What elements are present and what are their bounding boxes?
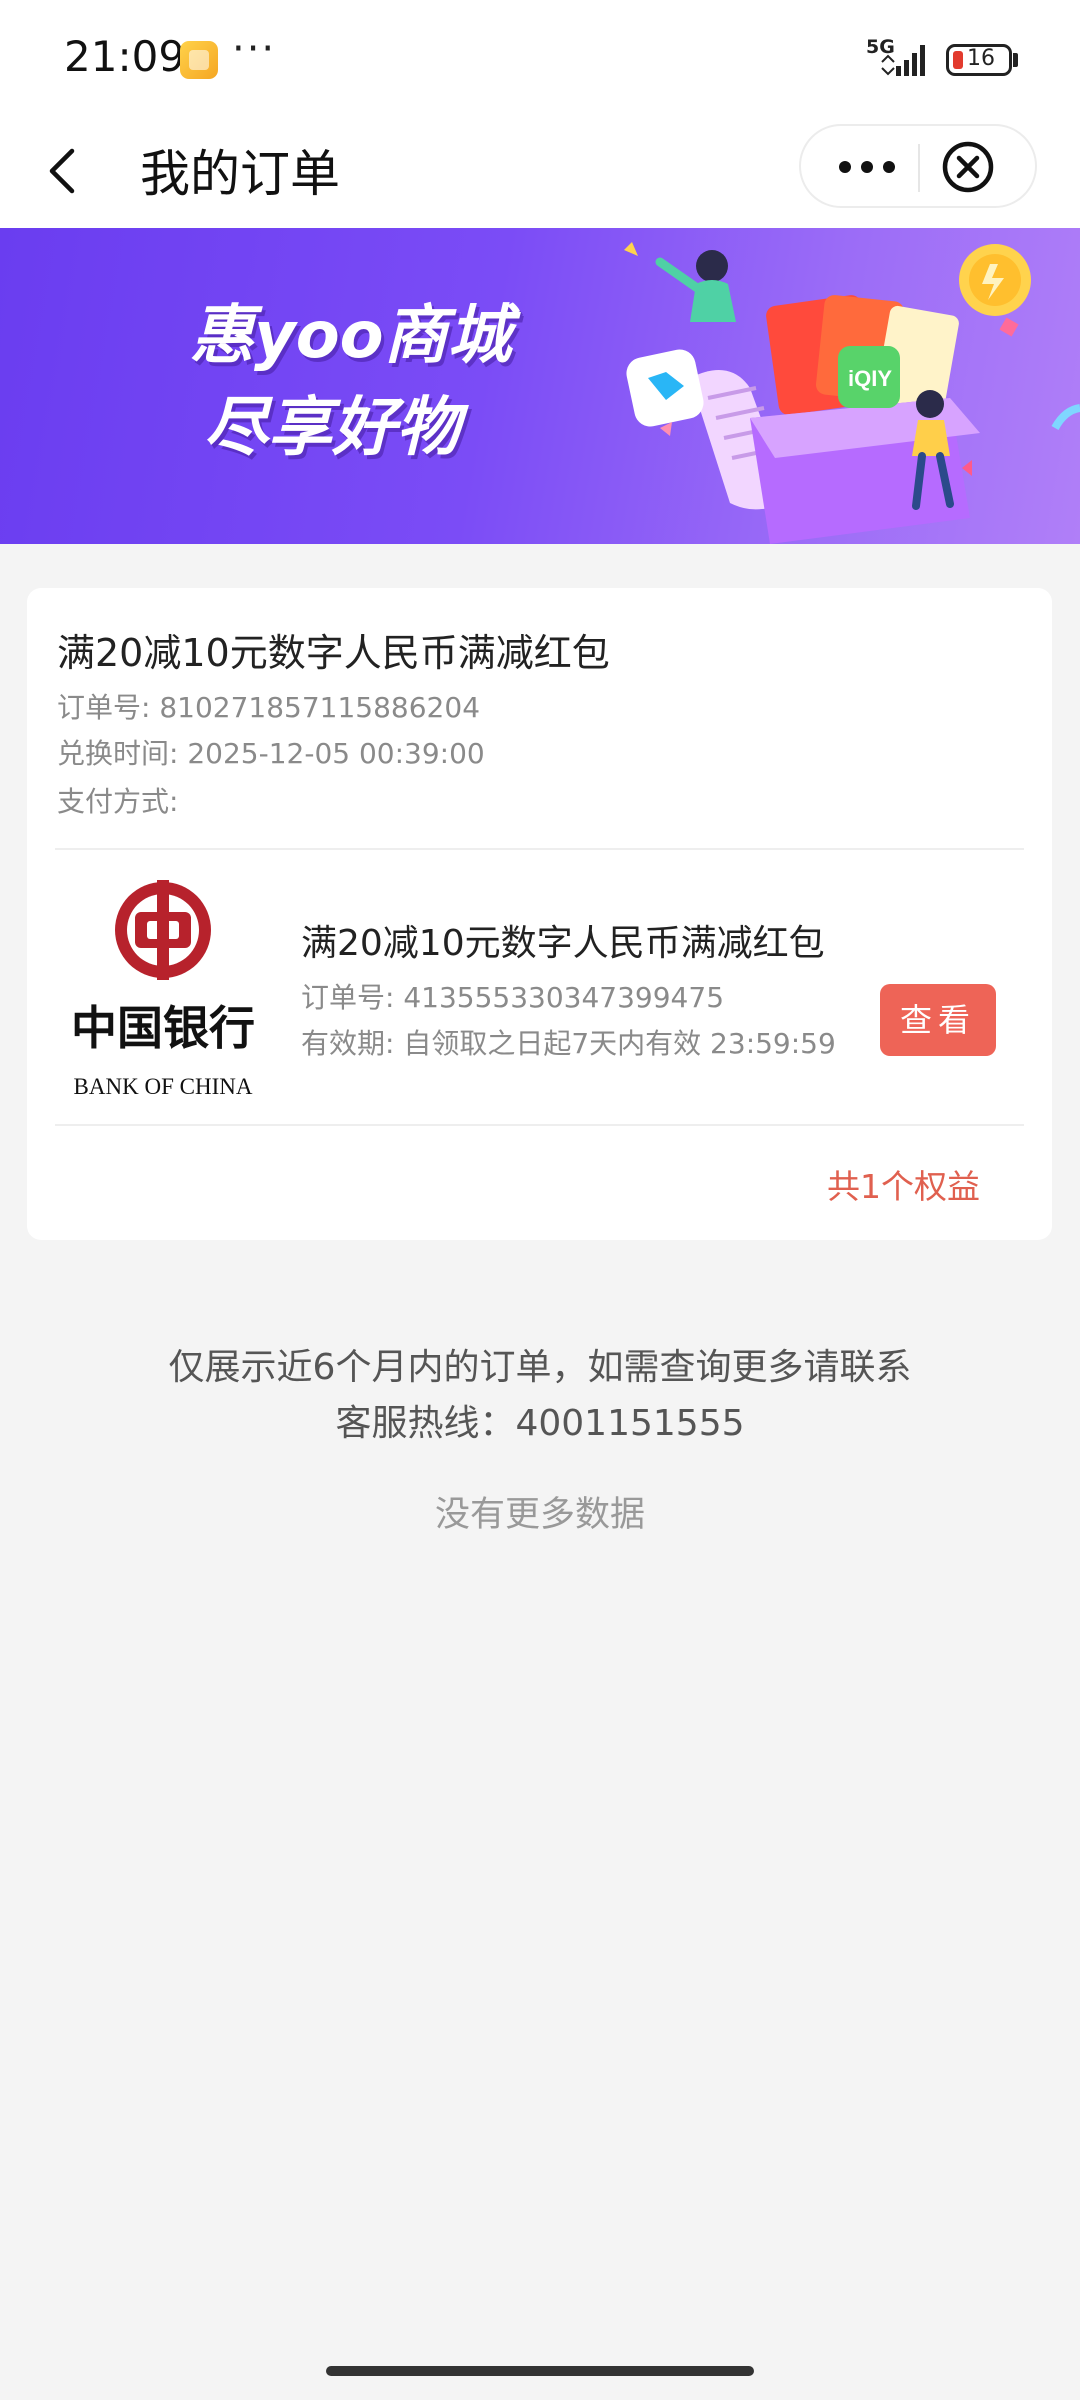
order-title: 满20减10元数字人民币满减红包 — [57, 631, 610, 675]
boc-logo-cn: 中国银行 — [71, 1001, 255, 1055]
page-title: 我的订单 — [140, 145, 340, 203]
nav-bar: 我的订单 — [0, 116, 1080, 228]
signal-icon — [881, 45, 925, 76]
back-button[interactable] — [30, 136, 100, 206]
divider — [55, 1124, 1024, 1126]
battery-fill — [953, 51, 963, 69]
status-time: 21:09 — [64, 32, 186, 81]
payment-method-row: 支付方式: — [57, 780, 178, 820]
order-card: 满20减10元数字人民币满减红包 订单号: 810271857115886204… — [27, 588, 1052, 1240]
battery-icon: 16 — [946, 44, 1012, 76]
order-history-notice: 仅展示近6个月内的订单，如需查询更多请联系 客服热线：4001151555 — [0, 1340, 1080, 1452]
validity-value: 自领取之日起7天内有效 23:59:59 — [403, 1027, 836, 1060]
benefit-order-number-row: 订单号: 413555330347399475 — [301, 976, 724, 1016]
banner-slogan: 惠yoo商城 尽享好物 — [190, 290, 512, 474]
close-circle-icon — [942, 141, 994, 193]
benefit-count: 共1个权益 — [827, 1167, 980, 1206]
back-arrow-icon — [49, 148, 75, 194]
validity-label: 有效期: — [301, 1027, 395, 1060]
close-button[interactable] — [921, 126, 1037, 208]
status-more-icon: ··· — [232, 26, 277, 72]
order-number-row: 订单号: 810271857115886204 — [57, 686, 480, 726]
payment-method-label: 支付方式: — [57, 785, 179, 818]
boc-logo-en: BANK OF CHINA — [74, 1074, 253, 1099]
banner-line-2: 尽享好物 — [204, 391, 460, 465]
exchange-time-label: 兑换时间: — [57, 737, 179, 770]
benefit-order-number-label: 订单号: — [301, 981, 395, 1014]
more-button[interactable] — [801, 126, 917, 208]
banner-line-1: 惠yoo商城 — [190, 299, 512, 373]
status-bar: 21:09 ··· 5G 16 — [0, 0, 1080, 116]
exchange-time-row: 兑换时间: 2025-12-05 00:39:00 — [57, 732, 485, 772]
gift-box-illustration-icon: iQIY — [624, 242, 1080, 544]
no-more-data-text: 没有更多数据 — [434, 1495, 645, 1535]
home-indicator[interactable] — [326, 2366, 754, 2376]
capsule-divider — [918, 144, 920, 192]
exchange-time-value: 2025-12-05 00:39:00 — [187, 737, 485, 770]
bank-of-china-logo: 中国银行 BANK OF CHINA — [71, 880, 255, 1099]
more-dots-icon — [839, 161, 895, 173]
mini-program-capsule — [799, 124, 1037, 208]
battery-nub — [1013, 53, 1018, 67]
benefit-name: 满20减10元数字人民币满减红包 — [301, 923, 825, 964]
promo-banner[interactable]: 惠yoo商城 尽享好物 iQIY — [0, 228, 1080, 544]
benefit-order-number-value: 413555330347399475 — [403, 981, 725, 1014]
order-number-value: 810271857115886204 — [159, 691, 481, 724]
view-button[interactable]: 查看 — [880, 984, 996, 1056]
order-number-label: 订单号: — [57, 691, 151, 724]
customer-service-hotline[interactable]: 客服热线：4001151555 — [0, 1396, 1080, 1452]
svg-text:iQIY: iQIY — [848, 366, 892, 391]
notice-line-1: 仅展示近6个月内的订单，如需查询更多请联系 — [168, 1347, 912, 1388]
battery-level: 16 — [967, 46, 995, 71]
validity-row: 有效期: 自领取之日起7天内有效 23:59:59 — [301, 1022, 836, 1062]
divider — [55, 848, 1024, 850]
app-notification-icon — [180, 41, 218, 79]
